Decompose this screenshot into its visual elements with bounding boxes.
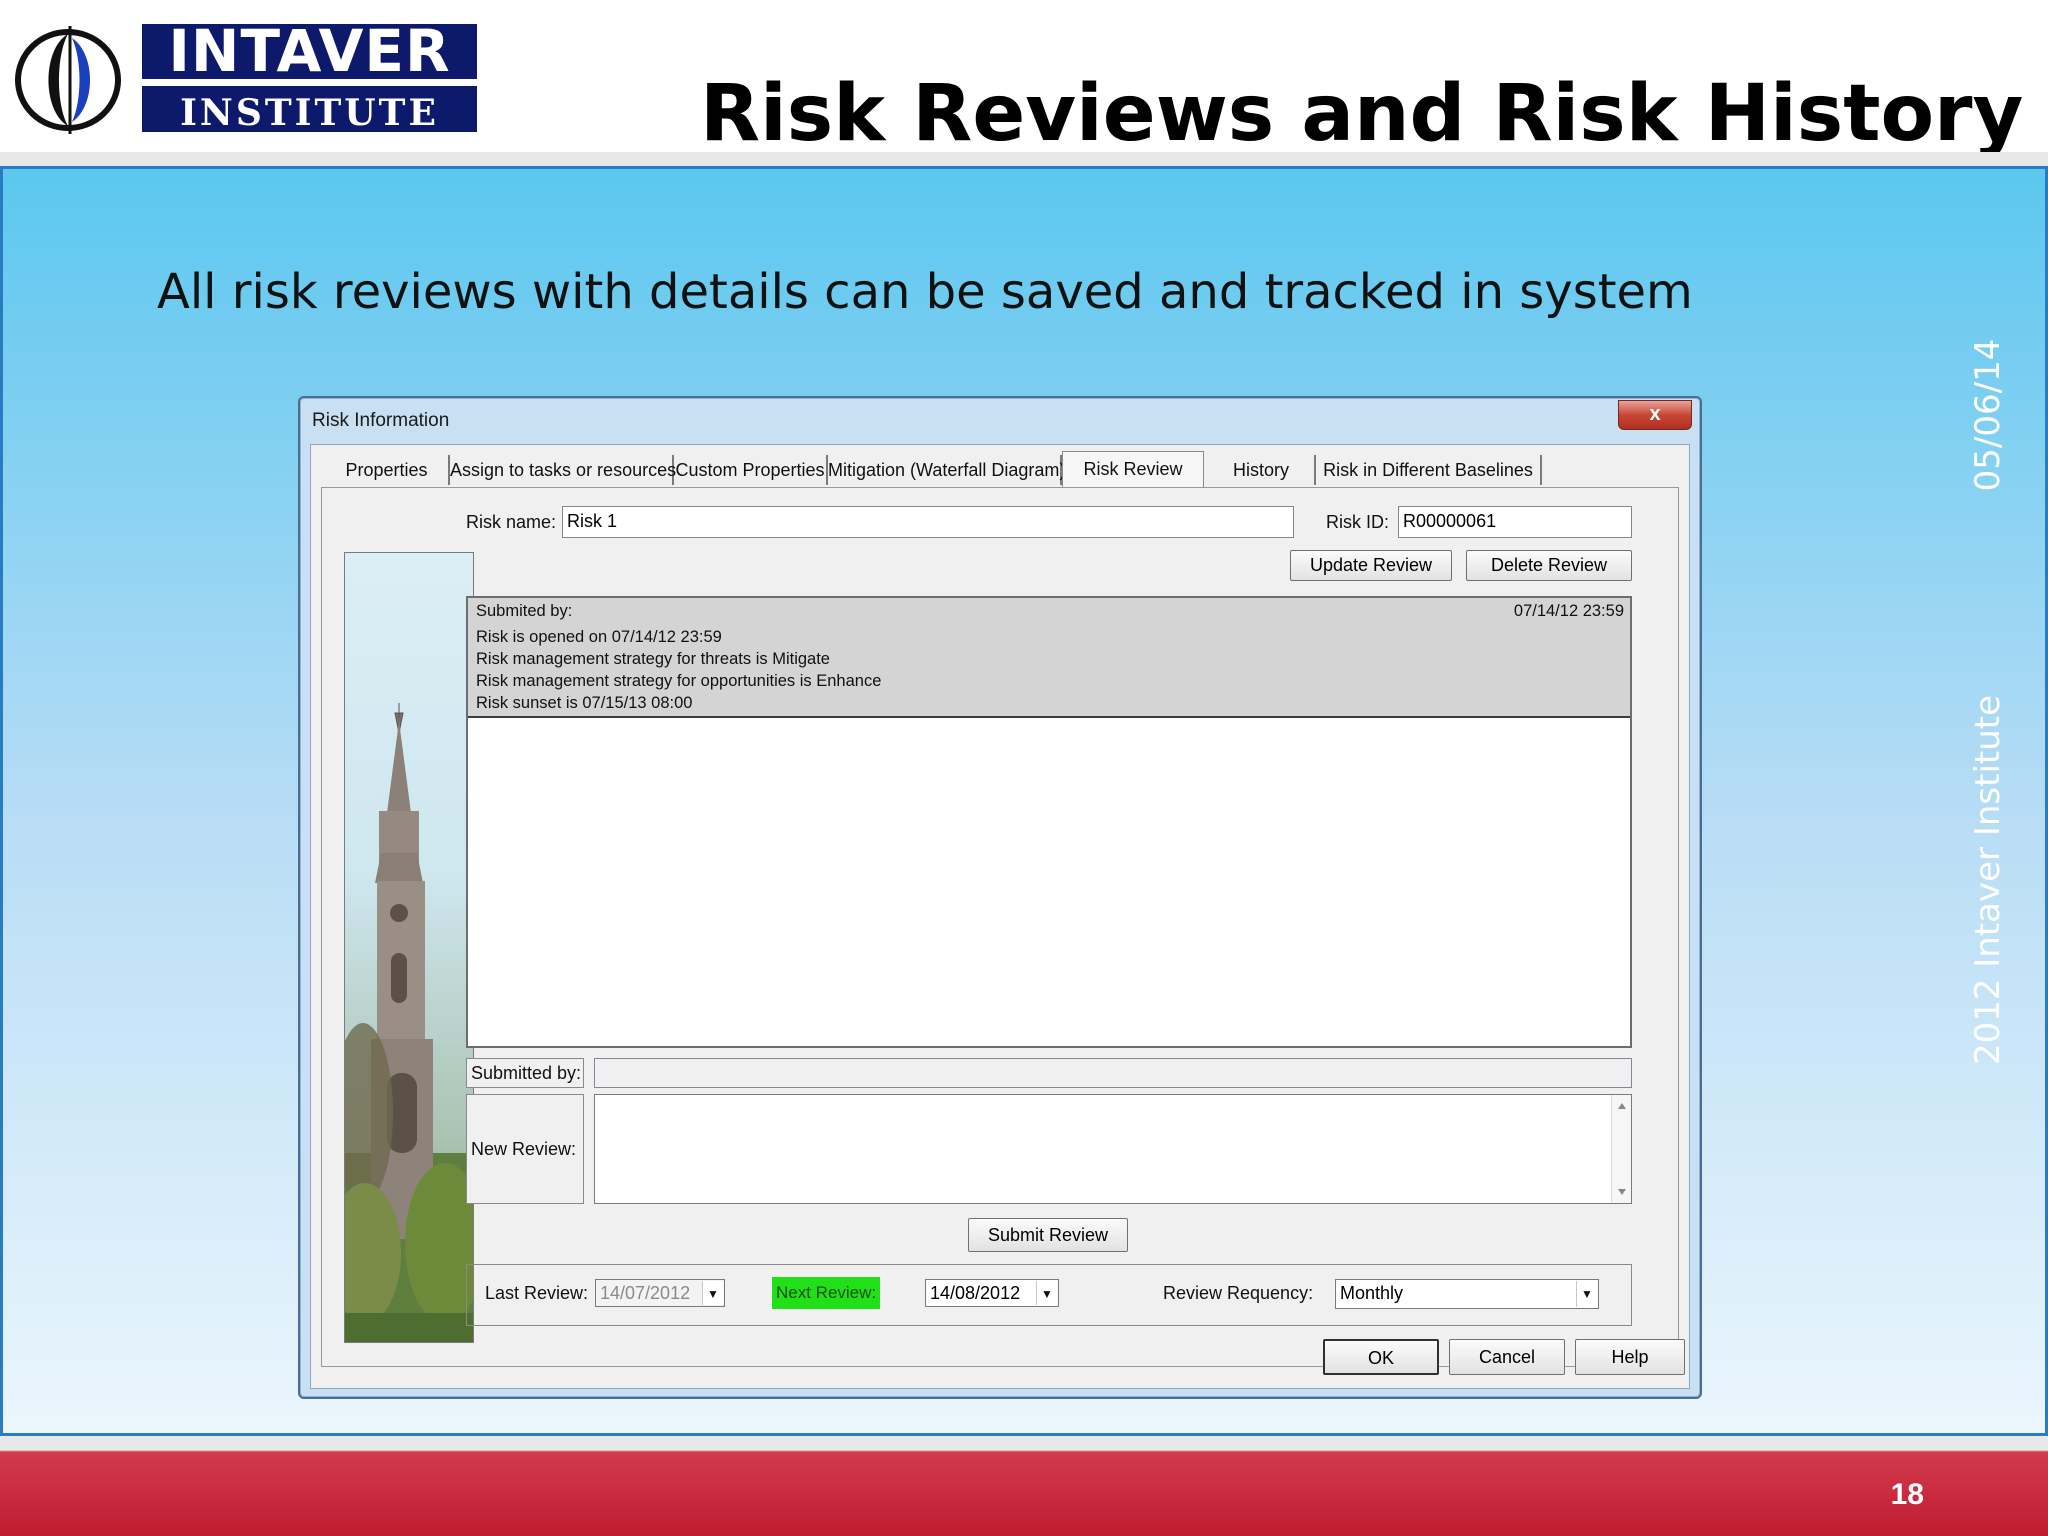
history-line: Risk management strategy for opportuniti…	[476, 672, 882, 690]
side-date: 05/06/14	[1968, 338, 2008, 492]
new-review-textarea[interactable]	[594, 1094, 1632, 1204]
cancel-button[interactable]: Cancel	[1449, 1339, 1565, 1375]
title-divider	[0, 152, 2048, 166]
review-history-list[interactable]: Submited by: 07/14/12 23:59 Risk is open…	[466, 596, 1632, 1048]
next-review-date-picker[interactable]: 14/08/2012 ▼	[925, 1279, 1059, 1307]
intaver-logo: INTAVER INSTITUTE	[12, 18, 477, 138]
chevron-down-icon[interactable]: ▼	[1036, 1281, 1057, 1305]
review-frequency-label: Review Requency:	[1163, 1283, 1314, 1303]
tab-mitigation[interactable]: Mitigation (Waterfall Diagram)	[828, 455, 1065, 485]
dialog-title: Risk Information	[312, 410, 450, 431]
tab-assign[interactable]: Assign to tasks or resources	[450, 455, 676, 485]
tab-properties[interactable]: Properties	[325, 455, 450, 485]
submit-review-button[interactable]: Submit Review	[968, 1218, 1128, 1252]
close-button[interactable]: x	[1618, 400, 1692, 430]
logo-wordmark: INTAVER	[142, 22, 477, 80]
risk-information-dialog: Risk Information x Properties Assign to …	[298, 396, 1702, 1399]
tower-picture	[345, 703, 473, 1342]
dialog-body: Properties Assign to tasks or resources …	[310, 444, 1690, 1389]
tab-risk-baselines[interactable]: Risk in Different Baselines	[1316, 455, 1542, 485]
logo-emblem-icon	[15, 26, 121, 134]
slide-subtitle: All risk reviews with details can be sav…	[157, 264, 1693, 320]
footer-bar	[0, 1436, 2048, 1536]
new-review-label: New Review:	[466, 1094, 584, 1204]
tab-history[interactable]: History	[1208, 455, 1316, 485]
last-review-date-picker: 14/07/2012 ▼	[595, 1279, 725, 1307]
delete-review-button[interactable]: Delete Review	[1466, 550, 1632, 581]
risk-id-label: Risk ID:	[1326, 512, 1389, 532]
last-review-label: Last Review:	[485, 1283, 589, 1303]
logo-subtitle: INSTITUTE	[142, 86, 477, 134]
building-image	[344, 552, 474, 1343]
scroll-arrows-icon	[1618, 1103, 1626, 1195]
history-submitted-by: Submited by:	[476, 602, 573, 620]
submitted-by-label: Submitted by:	[466, 1058, 584, 1088]
tab-risk-review[interactable]: Risk Review	[1062, 451, 1204, 487]
review-schedule-group: Last Review: 14/07/2012 ▼ Next Review: 1…	[466, 1264, 1632, 1326]
side-copyright: 2012 Intaver Institute	[1968, 694, 2008, 1066]
page-number: 18	[1890, 1478, 1924, 1511]
risk-name-label: Risk name:	[466, 512, 557, 532]
tab-custom-properties[interactable]: Custom Properties	[674, 455, 828, 485]
review-frequency-select[interactable]: Monthly ▼	[1335, 1279, 1599, 1309]
close-icon: x	[1649, 403, 1661, 425]
history-line: Risk sunset is 07/15/13 08:00	[476, 694, 693, 712]
review-history-entry[interactable]: Submited by: 07/14/12 23:59 Risk is open…	[468, 598, 1630, 718]
update-review-button[interactable]: Update Review	[1290, 550, 1452, 581]
review-scrollbar[interactable]	[1611, 1095, 1631, 1203]
history-line: Risk management strategy for threats is …	[476, 650, 830, 668]
risk-id-field[interactable]: R00000061	[1398, 506, 1632, 538]
risk-review-panel: Risk name: Risk 1 Risk ID: R00000061 Upd…	[321, 487, 1679, 1367]
risk-name-field[interactable]: Risk 1	[562, 506, 1294, 538]
chevron-down-icon: ▼	[702, 1281, 723, 1305]
history-date: 07/14/12 23:59	[1513, 602, 1624, 620]
next-review-label: Next Review:	[772, 1277, 881, 1309]
submitted-by-field[interactable]	[594, 1058, 1632, 1088]
ok-button[interactable]: OK	[1323, 1339, 1439, 1375]
help-button[interactable]: Help	[1575, 1339, 1685, 1375]
history-line: Risk is opened on 07/14/12 23:59	[476, 628, 722, 646]
chevron-down-icon[interactable]: ▼	[1576, 1281, 1597, 1307]
slide-title: Risk Reviews and Risk History	[700, 69, 2024, 159]
